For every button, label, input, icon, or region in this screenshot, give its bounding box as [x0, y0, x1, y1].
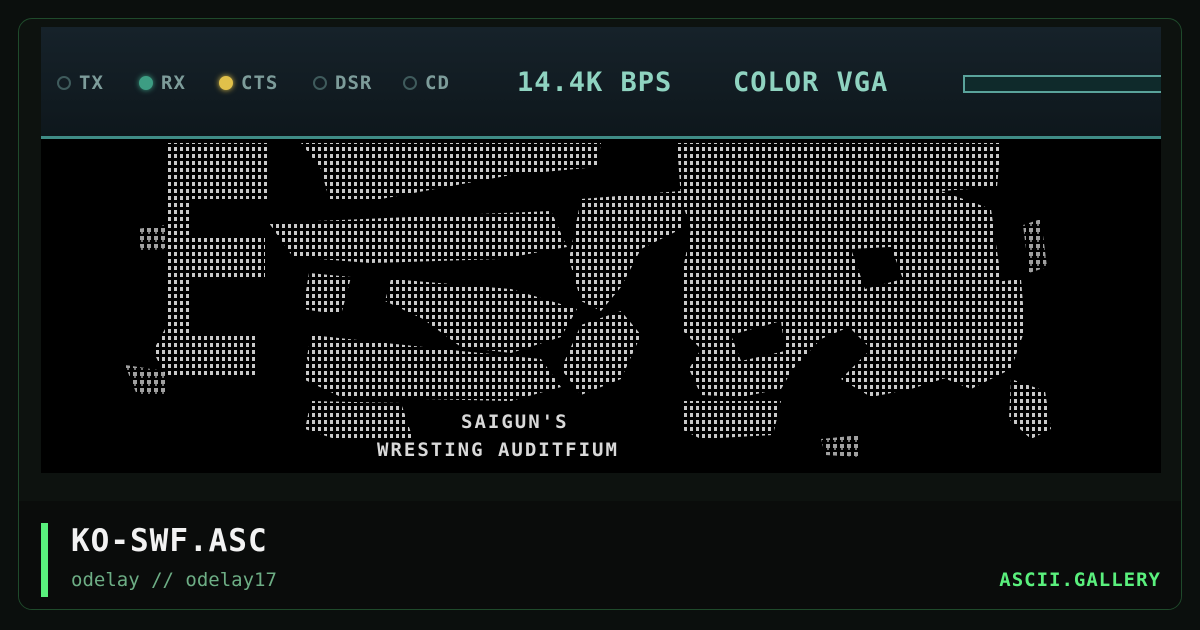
cts-led-icon — [219, 76, 233, 90]
tx-indicator: TX — [57, 72, 104, 94]
artwork-title[interactable]: KO-SWF.ASC — [71, 523, 268, 559]
baud-rate: 14.4K BPS — [517, 67, 673, 98]
cd-label: CD — [425, 72, 450, 94]
tx-led-icon — [57, 76, 71, 90]
art-subtitle-line1: SAIGUN'S — [461, 411, 569, 433]
artist-byline[interactable]: odelay // odelay17 — [71, 569, 277, 591]
card-footer: KO-SWF.ASC odelay // odelay17 ASCII.GALL… — [19, 501, 1181, 609]
cts-label: CTS — [241, 72, 279, 94]
accent-bar — [41, 523, 48, 597]
terminal-screen: TX RX CTS DSR CD 14.4K BPS COLOR VGA SAI… — [41, 27, 1161, 473]
cd-led-icon — [403, 76, 417, 90]
rx-led-icon — [139, 76, 153, 90]
cd-indicator: CD — [403, 72, 450, 94]
transfer-meter — [963, 75, 1161, 93]
site-brand[interactable]: ASCII.GALLERY — [999, 569, 1161, 591]
modem-status-bar: TX RX CTS DSR CD 14.4K BPS COLOR VGA — [41, 27, 1161, 139]
cts-indicator: CTS — [219, 72, 278, 94]
card-frame: TX RX CTS DSR CD 14.4K BPS COLOR VGA SAI… — [18, 18, 1182, 610]
rx-indicator: RX — [139, 72, 186, 94]
ascii-artwork: SAIGUN'S WRESTING AUDITFIUM — [41, 139, 1161, 473]
display-mode: COLOR VGA — [733, 67, 889, 98]
dsr-label: DSR — [335, 72, 373, 94]
dsr-led-icon — [313, 76, 327, 90]
dsr-indicator: DSR — [313, 72, 372, 94]
art-subtitle-line2: WRESTING AUDITFIUM — [377, 439, 619, 461]
rx-label: RX — [161, 72, 186, 94]
ascii-art-image — [125, 143, 1051, 457]
tx-label: TX — [79, 72, 104, 94]
